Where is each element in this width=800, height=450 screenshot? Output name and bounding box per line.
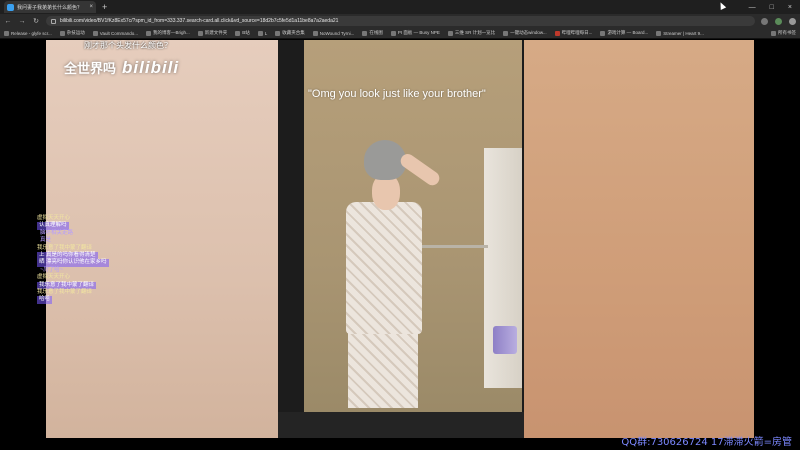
bookmark-item[interactable]: 杂技运动 (59, 30, 85, 36)
bookmark-item[interactable]: PI 面板 — Busy NPE (390, 30, 440, 36)
watermark-question: 刚才那个头发什么颜色？ (84, 41, 172, 50)
tab-bar: 我问妻子我弟弟长什么颜色？ × + — □ × (0, 0, 800, 14)
chat-message-text: 哈哈 (37, 296, 53, 304)
bookmark-icon (312, 30, 318, 36)
navigation-bar: ← → ↻ bilibili.com/video/BV1fKz8Ex57c/?s… (0, 14, 800, 28)
bookmark-item[interactable]: 在线图 (362, 30, 383, 36)
chat-message: 晒 漂亮吗你认识他在家乡吗 (37, 259, 157, 267)
bookmark-icon (447, 30, 453, 36)
profile-avatar[interactable] (775, 17, 782, 25)
chat-message-text: ~厉了哈~ (40, 266, 63, 273)
bookmark-item[interactable]: 哔哩哔哩每日... (554, 30, 592, 36)
bookmark-item[interactable]: 一键动态window... (503, 30, 547, 36)
bookmark-item[interactable]: 游戏计算 — Board... (600, 30, 648, 36)
bookmark-icon (390, 30, 396, 36)
github-icon (4, 30, 9, 36)
danmaku-chat-list: 虚拟天天开心 认真理解吗 脑补相关走路 真是 我乐意了我中蒙了翻译上 真是的吗你看得清楚… (37, 215, 157, 304)
bookmark-icon (656, 30, 662, 36)
maximize-button[interactable]: □ (770, 4, 774, 11)
bookmark-icon (503, 30, 509, 36)
reload-button[interactable]: ↻ (32, 18, 40, 25)
lock-icon (51, 18, 56, 24)
folder-icon (257, 30, 263, 36)
watermark: 全世界吗 bilibili (64, 58, 179, 78)
bottles (493, 326, 517, 354)
menu-icon[interactable] (789, 17, 796, 25)
mirror-bottom-frame (278, 412, 524, 438)
bookmark-item[interactable]: 三维 SR 计划一览比 (447, 30, 495, 36)
person-body (346, 202, 422, 334)
bilibili-logo-icon: bilibili (122, 58, 180, 77)
video-frame-wall (524, 40, 754, 438)
tab-close-icon[interactable]: × (89, 4, 93, 10)
bookmark-icon (145, 30, 151, 36)
chat-username: 我乐意了我中蒙了翻译 (37, 289, 93, 296)
bilibili-favicon-icon (7, 3, 14, 11)
bookmark-item[interactable]: B站 (235, 30, 250, 36)
forward-button[interactable]: → (18, 18, 26, 25)
bookmark-item[interactable]: Release - glyfe scr... (4, 30, 52, 36)
bookmark-item[interactable]: 收藏夹合集 (275, 30, 305, 36)
chat-message-text: 脑补相关走路 (40, 229, 74, 236)
chat-message-text: 真是 (40, 237, 52, 244)
bookmark-icon (59, 30, 65, 36)
chat-message: 哈哈 (37, 296, 157, 304)
close-window-button[interactable]: × (788, 4, 792, 11)
bookmark-item[interactable]: NoWound Tyrni... (312, 30, 354, 36)
bookmark-icon (600, 30, 606, 36)
chat-username: 虚拟天天开心 (37, 274, 71, 281)
video-caption: "Omg you look just like your brother" (308, 88, 486, 100)
chat-message-text: 我乐意了我中蒙了翻译 (37, 281, 97, 290)
browser-tab[interactable]: 我问妻子我弟弟长什么颜色？ × (4, 1, 96, 13)
watermark-text: 全世界吗 (64, 61, 117, 76)
bookmark-item[interactable]: 新建文件夹 (197, 30, 227, 36)
address-bar[interactable]: bilibili.com/video/BV1fKz8Ex57c/?spm_id_… (46, 16, 755, 26)
back-button[interactable]: ← (4, 18, 12, 25)
bookmark-item[interactable]: L (257, 30, 267, 36)
all-bookmarks-button[interactable]: 所有书签 (771, 30, 796, 36)
folder-icon (771, 30, 776, 36)
bookmark-item[interactable]: Vault Commando... (92, 30, 138, 36)
chat-username: 我乐意了我中蒙了翻译 (37, 244, 93, 251)
bookmark-icon (362, 30, 368, 36)
folder-icon (235, 30, 241, 36)
stream-ticker: QQ群:730626724 17滞滞火箭=房管 (621, 437, 792, 448)
chat-message: 脑补相关走路 (37, 230, 157, 237)
bookmark-icon (554, 30, 560, 36)
extensions-icon[interactable] (761, 17, 768, 25)
chat-message: 我乐意了我中蒙了翻译 (37, 281, 157, 290)
towel-rod (418, 245, 488, 248)
bookmark-icon (92, 30, 98, 36)
person-legs (348, 330, 418, 408)
chat-message-text: 晒 漂亮吗你认识他在家乡吗 (37, 259, 109, 267)
bookmark-item[interactable]: 我的博客—Brigh... (145, 30, 190, 36)
folder-icon (197, 30, 203, 36)
chat-message: 认真理解吗 (37, 222, 157, 230)
bookmark-item[interactable]: Streamer | Heart 9... (656, 30, 704, 36)
url-text: bilibili.com/video/BV1fKz8Ex57c/?spm_id_… (60, 18, 339, 24)
chat-message-text: 认真理解吗 (37, 222, 69, 230)
tab-title: 我问妻子我弟弟长什么颜色？ (17, 4, 83, 11)
chat-message: 真是 (37, 237, 157, 244)
folder-icon (275, 30, 281, 36)
minimize-button[interactable]: — (749, 4, 756, 11)
bookmarks-bar: Release - glyfe scr... 杂技运动 Vault Comman… (0, 28, 800, 39)
new-tab-button[interactable]: + (102, 2, 107, 12)
